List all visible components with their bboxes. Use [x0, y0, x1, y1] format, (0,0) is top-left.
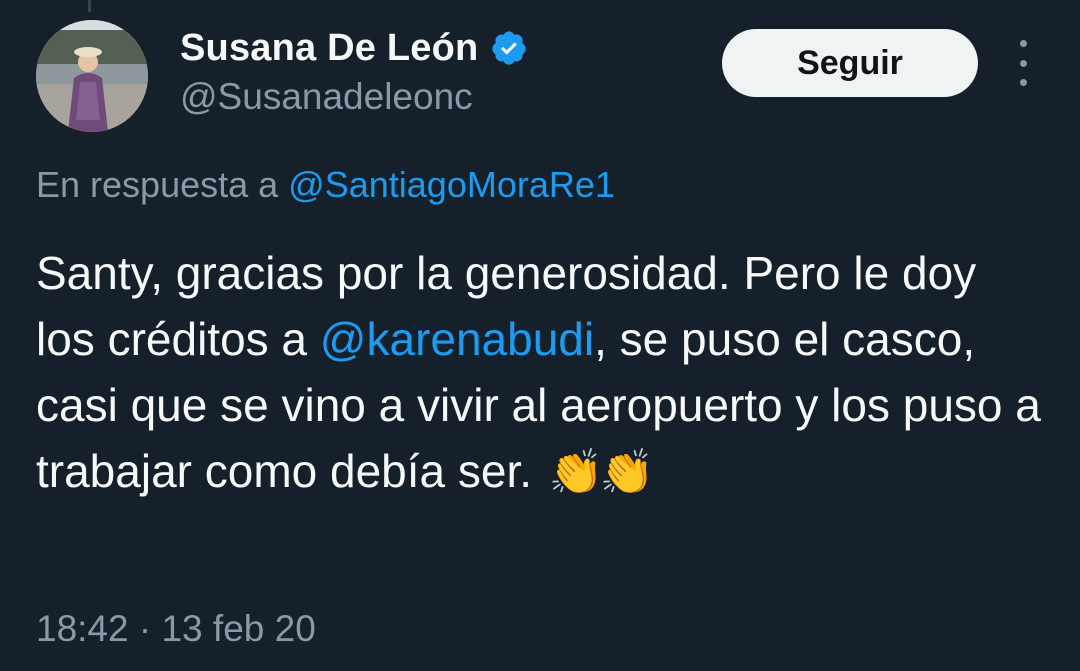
dot-icon	[1019, 59, 1027, 67]
author-name[interactable]: Susana De León	[180, 27, 478, 70]
tweet-time: 18:42	[36, 608, 129, 649]
tweet-date: 13 feb 20	[161, 608, 316, 649]
more-options-icon[interactable]	[1008, 40, 1038, 86]
author-handle[interactable]: @Susanadeleonc	[180, 76, 473, 118]
dot-icon	[1019, 79, 1027, 86]
mention-link[interactable]: @karenabudi	[320, 313, 594, 365]
meta-separator: ·	[138, 608, 152, 649]
tweet-timestamp[interactable]: 18:42 · 13 feb 20	[36, 608, 316, 650]
follow-button[interactable]: Seguir	[722, 29, 978, 97]
tweet-text: Santy, gracias por la generosidad. Pero …	[36, 240, 1046, 506]
thread-connector-line	[88, 0, 91, 12]
avatar-photo-icon	[36, 20, 148, 132]
verified-badge-icon	[492, 31, 527, 65]
reply-prefix: En respuesta a	[36, 164, 279, 205]
clapping-hands-emoji: 👏👏	[548, 448, 655, 497]
dot-icon	[1019, 40, 1027, 47]
reply-to-link[interactable]: @SantiagoMoraRe1	[288, 164, 615, 205]
reply-context: En respuesta a @SantiagoMoraRe1	[36, 164, 615, 206]
avatar[interactable]	[36, 20, 148, 132]
